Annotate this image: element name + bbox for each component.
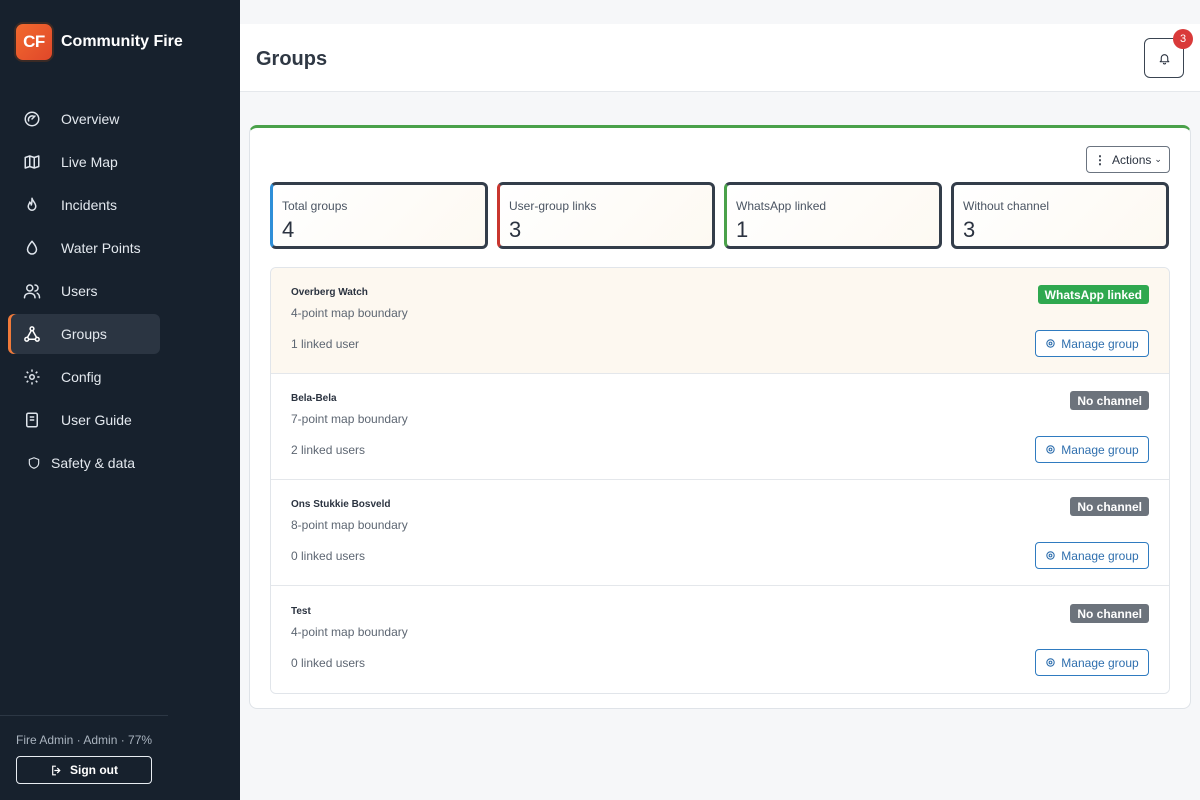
stat-label: Without channel [963, 199, 1050, 213]
group-boundary: 4-point map boundary [291, 306, 408, 320]
manage-group-button[interactable]: Manage group [1035, 436, 1149, 463]
group-linked-users: 1 linked user [291, 337, 360, 351]
manage-group-button[interactable]: Manage group [1035, 542, 1149, 569]
actions-label: Actions [1112, 152, 1152, 167]
sidebar: CF Community Fire Overview Live Map Inci… [0, 0, 240, 800]
stat-label: User-group links [509, 199, 597, 213]
sidebar-item-label: Water Points [61, 240, 141, 256]
gear-icon [22, 367, 42, 387]
group-boundary: 8-point map boundary [291, 518, 408, 532]
stat-value: 3 [963, 217, 976, 242]
bell-icon [1158, 52, 1171, 65]
group-name: Bela-Bela [291, 393, 337, 404]
group-linked-users: 0 linked users [291, 656, 366, 670]
sidebar-item-groups[interactable]: Groups [8, 314, 160, 354]
groups-list: Overberg Watch 4-point map boundary 1 li… [270, 267, 1170, 694]
group-name: Overberg Watch [291, 287, 368, 298]
chevron-down-icon: ⌄ [1154, 154, 1162, 164]
notification-count-badge: 3 [1173, 29, 1193, 49]
manage-group-button[interactable]: Manage group [1035, 330, 1149, 357]
list-item: Ons Stukkie Bosveld 8-point map boundary… [271, 480, 1169, 586]
status-badge: WhatsApp linked [1037, 285, 1149, 304]
user-info: Fire Admin · Admin · 77% [16, 733, 153, 747]
group-name: Ons Stukkie Bosveld [291, 499, 391, 510]
gauge-icon [22, 109, 42, 129]
map-icon [22, 152, 42, 172]
sign-out-label: Sign out [70, 763, 118, 777]
kebab-icon: ⋮ [1094, 152, 1107, 167]
sidebar-item-live-map[interactable]: Live Map [8, 142, 160, 182]
sidebar-nav: Overview Live Map Incidents Water Points… [8, 99, 160, 486]
sidebar-item-label: Safety & data [51, 455, 136, 471]
shield-icon [26, 453, 42, 473]
sidebar-item-overview[interactable]: Overview [8, 99, 160, 139]
brand[interactable]: CF Community Fire [14, 22, 183, 62]
sidebar-item-label: Incidents [61, 197, 118, 213]
sidebar-item-safety[interactable]: Safety & data [8, 443, 160, 483]
status-badge: No channel [1070, 604, 1149, 623]
gear-icon [1045, 444, 1056, 455]
group-boundary: 7-point map boundary [291, 412, 408, 426]
manage-group-button[interactable]: Manage group [1035, 649, 1149, 676]
groups-card: ⋮ Actions ⌄ Total groups 4 User-group li… [249, 125, 1191, 709]
sidebar-item-users[interactable]: Users [8, 271, 160, 311]
stat-whatsapp-linked: WhatsApp linked 1 [724, 182, 942, 249]
logout-icon [50, 764, 63, 777]
droplet-icon [22, 238, 42, 258]
stat-user-group-links: User-group links 3 [497, 182, 715, 249]
gear-icon [1045, 550, 1056, 561]
group-linked-users: 0 linked users [291, 549, 366, 563]
sign-out-button[interactable]: Sign out [16, 756, 152, 784]
manage-group-label: Manage group [1061, 548, 1139, 563]
group-name: Test [291, 606, 311, 617]
status-badge: No channel [1070, 497, 1149, 516]
gear-icon [1045, 657, 1056, 668]
sidebar-item-label: Groups [61, 326, 107, 342]
sidebar-item-label: Live Map [61, 154, 118, 170]
app-logo: CF [14, 22, 54, 62]
stat-label: WhatsApp linked [736, 199, 827, 213]
stat-total-groups: Total groups 4 [270, 182, 488, 249]
app-name: Community Fire [61, 33, 183, 50]
manage-group-label: Manage group [1061, 655, 1139, 670]
status-badge: No channel [1070, 391, 1149, 410]
sidebar-item-label: User Guide [61, 412, 132, 428]
list-item: Bela-Bela 7-point map boundary 2 linked … [271, 374, 1169, 480]
group-linked-users: 2 linked users [291, 443, 366, 457]
sidebar-item-config[interactable]: Config [8, 357, 160, 397]
stat-value: 3 [509, 217, 522, 242]
network-icon [22, 324, 42, 344]
sidebar-item-label: Config [61, 369, 102, 385]
sidebar-item-user-guide[interactable]: User Guide [8, 400, 160, 440]
users-icon [22, 281, 42, 301]
sidebar-divider [0, 715, 168, 716]
book-icon [22, 410, 42, 430]
stat-without-channel: Without channel 3 [951, 182, 1169, 249]
sidebar-item-incidents[interactable]: Incidents [8, 185, 160, 225]
page-title: Groups [256, 48, 328, 70]
stat-value: 1 [736, 217, 749, 242]
sidebar-item-label: Overview [61, 111, 120, 127]
stat-value: 4 [282, 217, 295, 242]
manage-group-label: Manage group [1061, 442, 1139, 457]
gear-icon [1045, 338, 1056, 349]
stat-label: Total groups [282, 199, 348, 213]
sidebar-item-water-points[interactable]: Water Points [8, 228, 160, 268]
actions-dropdown-button[interactable]: ⋮ Actions ⌄ [1086, 146, 1170, 173]
top-header: Groups 3 [240, 24, 1200, 92]
manage-group-label: Manage group [1061, 336, 1139, 351]
group-boundary: 4-point map boundary [291, 625, 408, 639]
list-item: Overberg Watch 4-point map boundary 1 li… [271, 268, 1169, 374]
flame-icon [22, 195, 42, 215]
list-item: Test 4-point map boundary 0 linked users… [271, 587, 1169, 693]
sidebar-item-label: Users [61, 283, 98, 299]
